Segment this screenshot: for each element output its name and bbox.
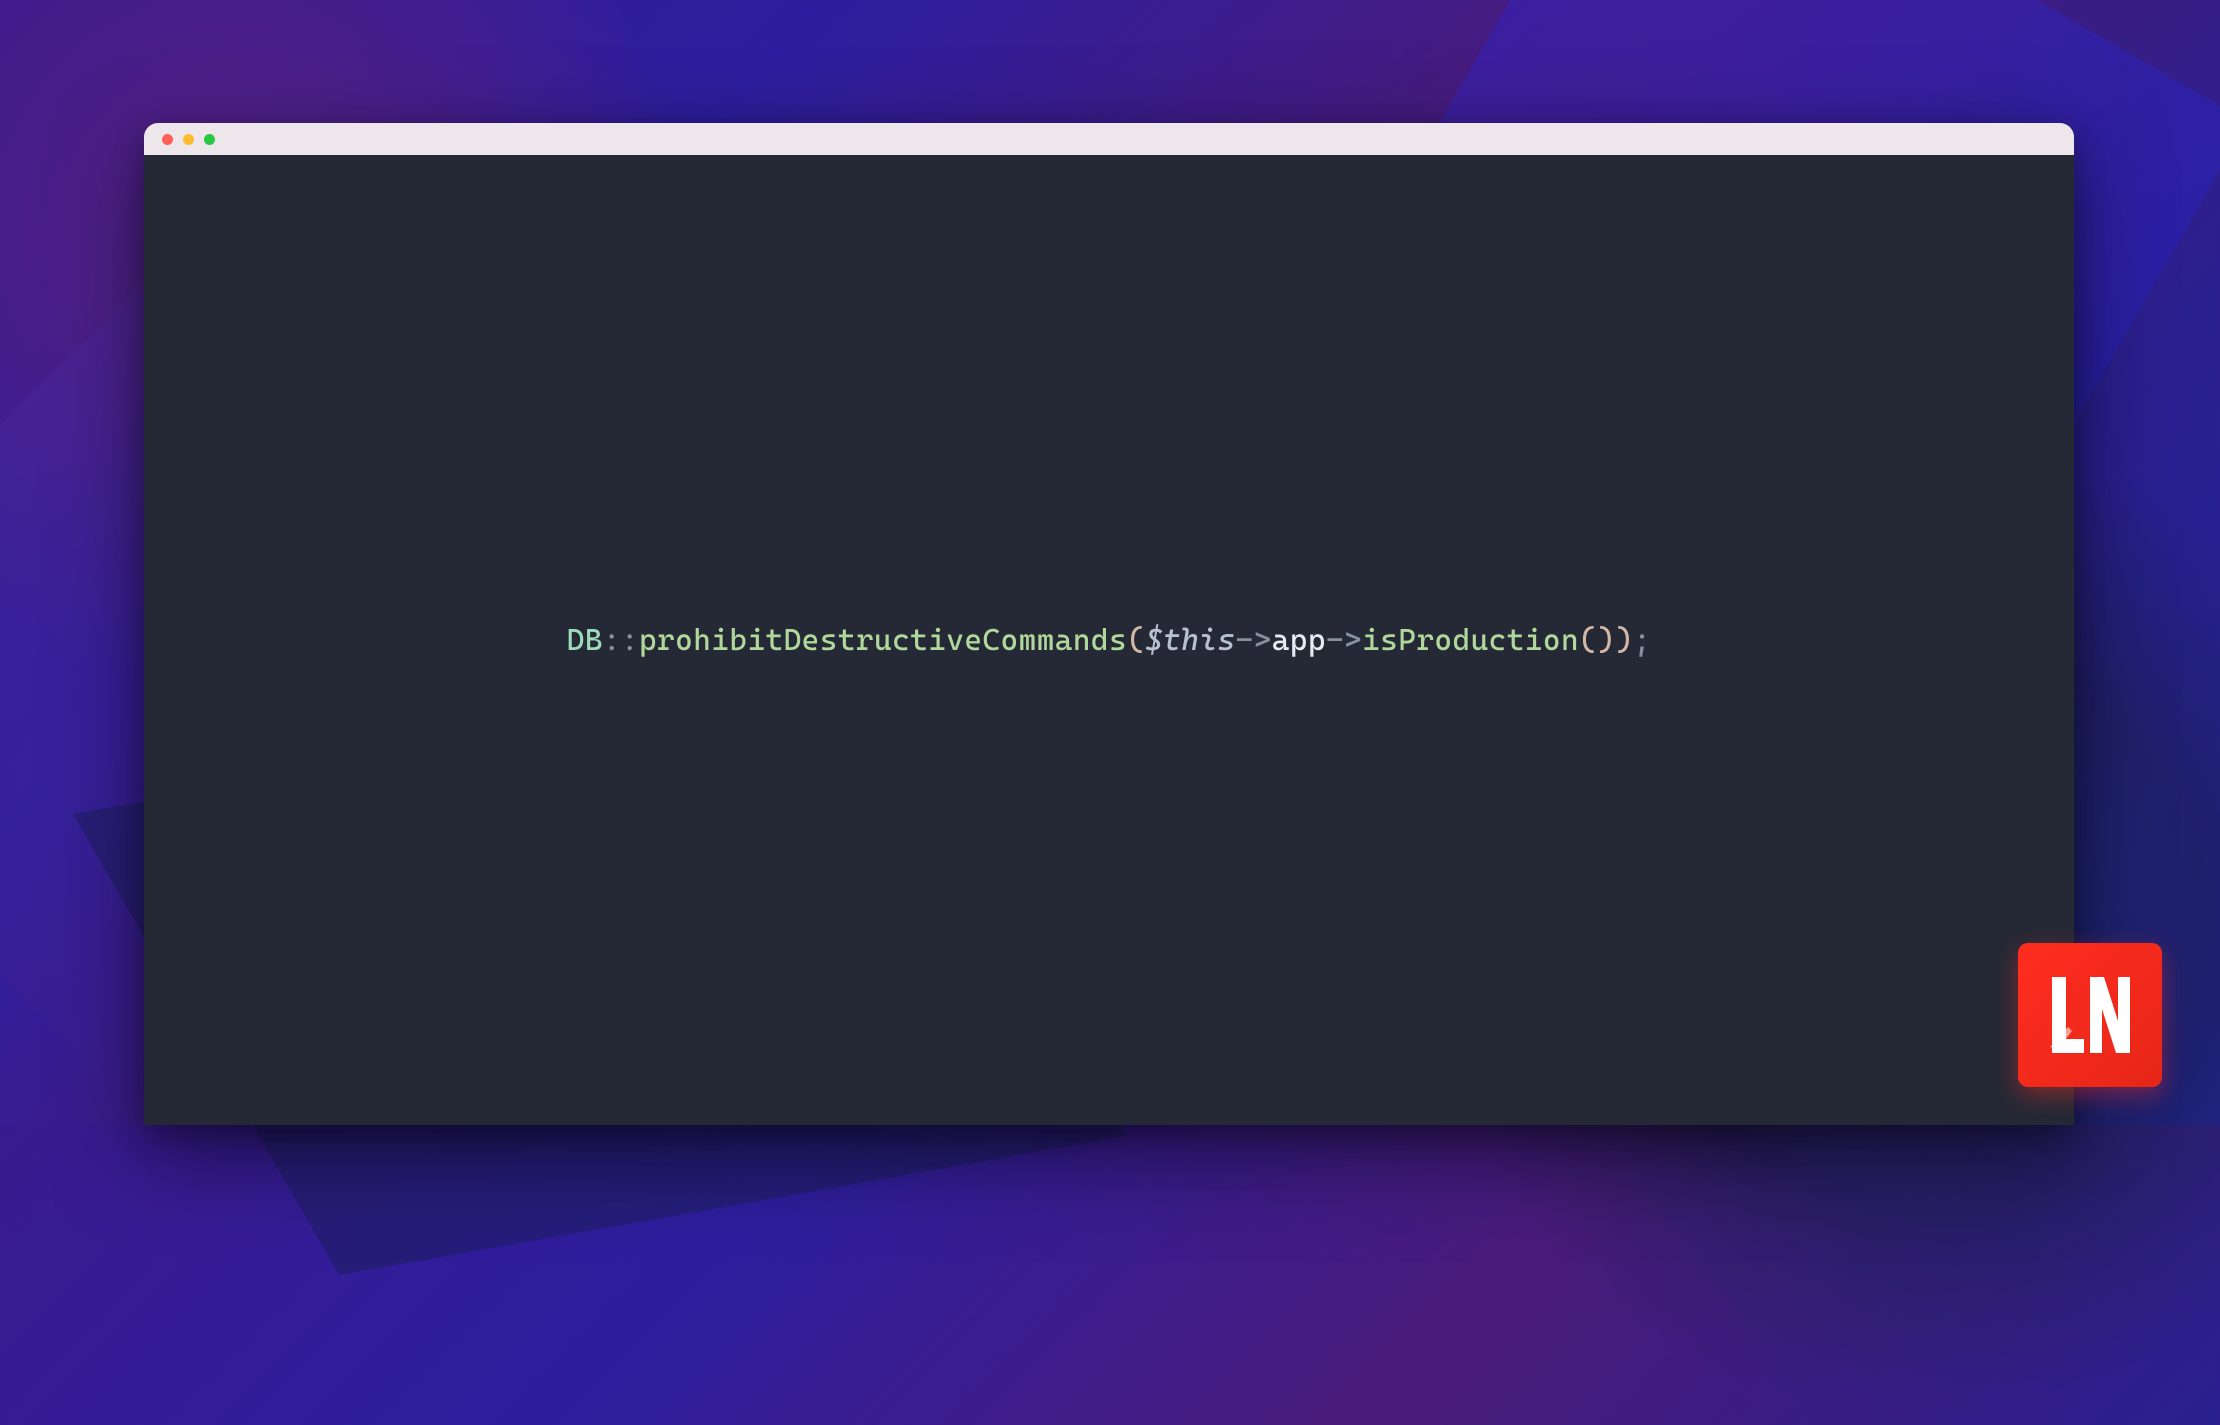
code-token-scope: :: — [603, 623, 639, 658]
code-line: DB::prohibitDestructiveCommands($this->a… — [567, 623, 1652, 658]
brand-logo-badge — [2018, 943, 2162, 1087]
code-token-paren: () — [1579, 623, 1615, 658]
code-token-arrow: -> — [1326, 623, 1362, 658]
code-token-paren: ( — [1127, 623, 1145, 658]
minimize-icon[interactable] — [183, 134, 194, 145]
code-token-class: DB — [567, 623, 603, 658]
code-token-method: prohibitDestructiveCommands — [639, 623, 1127, 658]
code-token-semicolon: ; — [1633, 623, 1651, 658]
code-token-arrow: -> — [1236, 623, 1272, 658]
code-token-method: isProduction — [1362, 623, 1579, 658]
code-editor-area: DB::prohibitDestructiveCommands($this->a… — [144, 155, 2074, 1125]
close-icon[interactable] — [162, 134, 173, 145]
maximize-icon[interactable] — [204, 134, 215, 145]
code-token-property: app — [1272, 623, 1326, 658]
code-token-variable: $this — [1145, 623, 1235, 658]
code-token-paren: ) — [1615, 623, 1633, 658]
editor-window: DB::prohibitDestructiveCommands($this->a… — [144, 123, 2074, 1125]
window-titlebar — [144, 123, 2074, 155]
ln-logo-icon — [2040, 965, 2140, 1065]
